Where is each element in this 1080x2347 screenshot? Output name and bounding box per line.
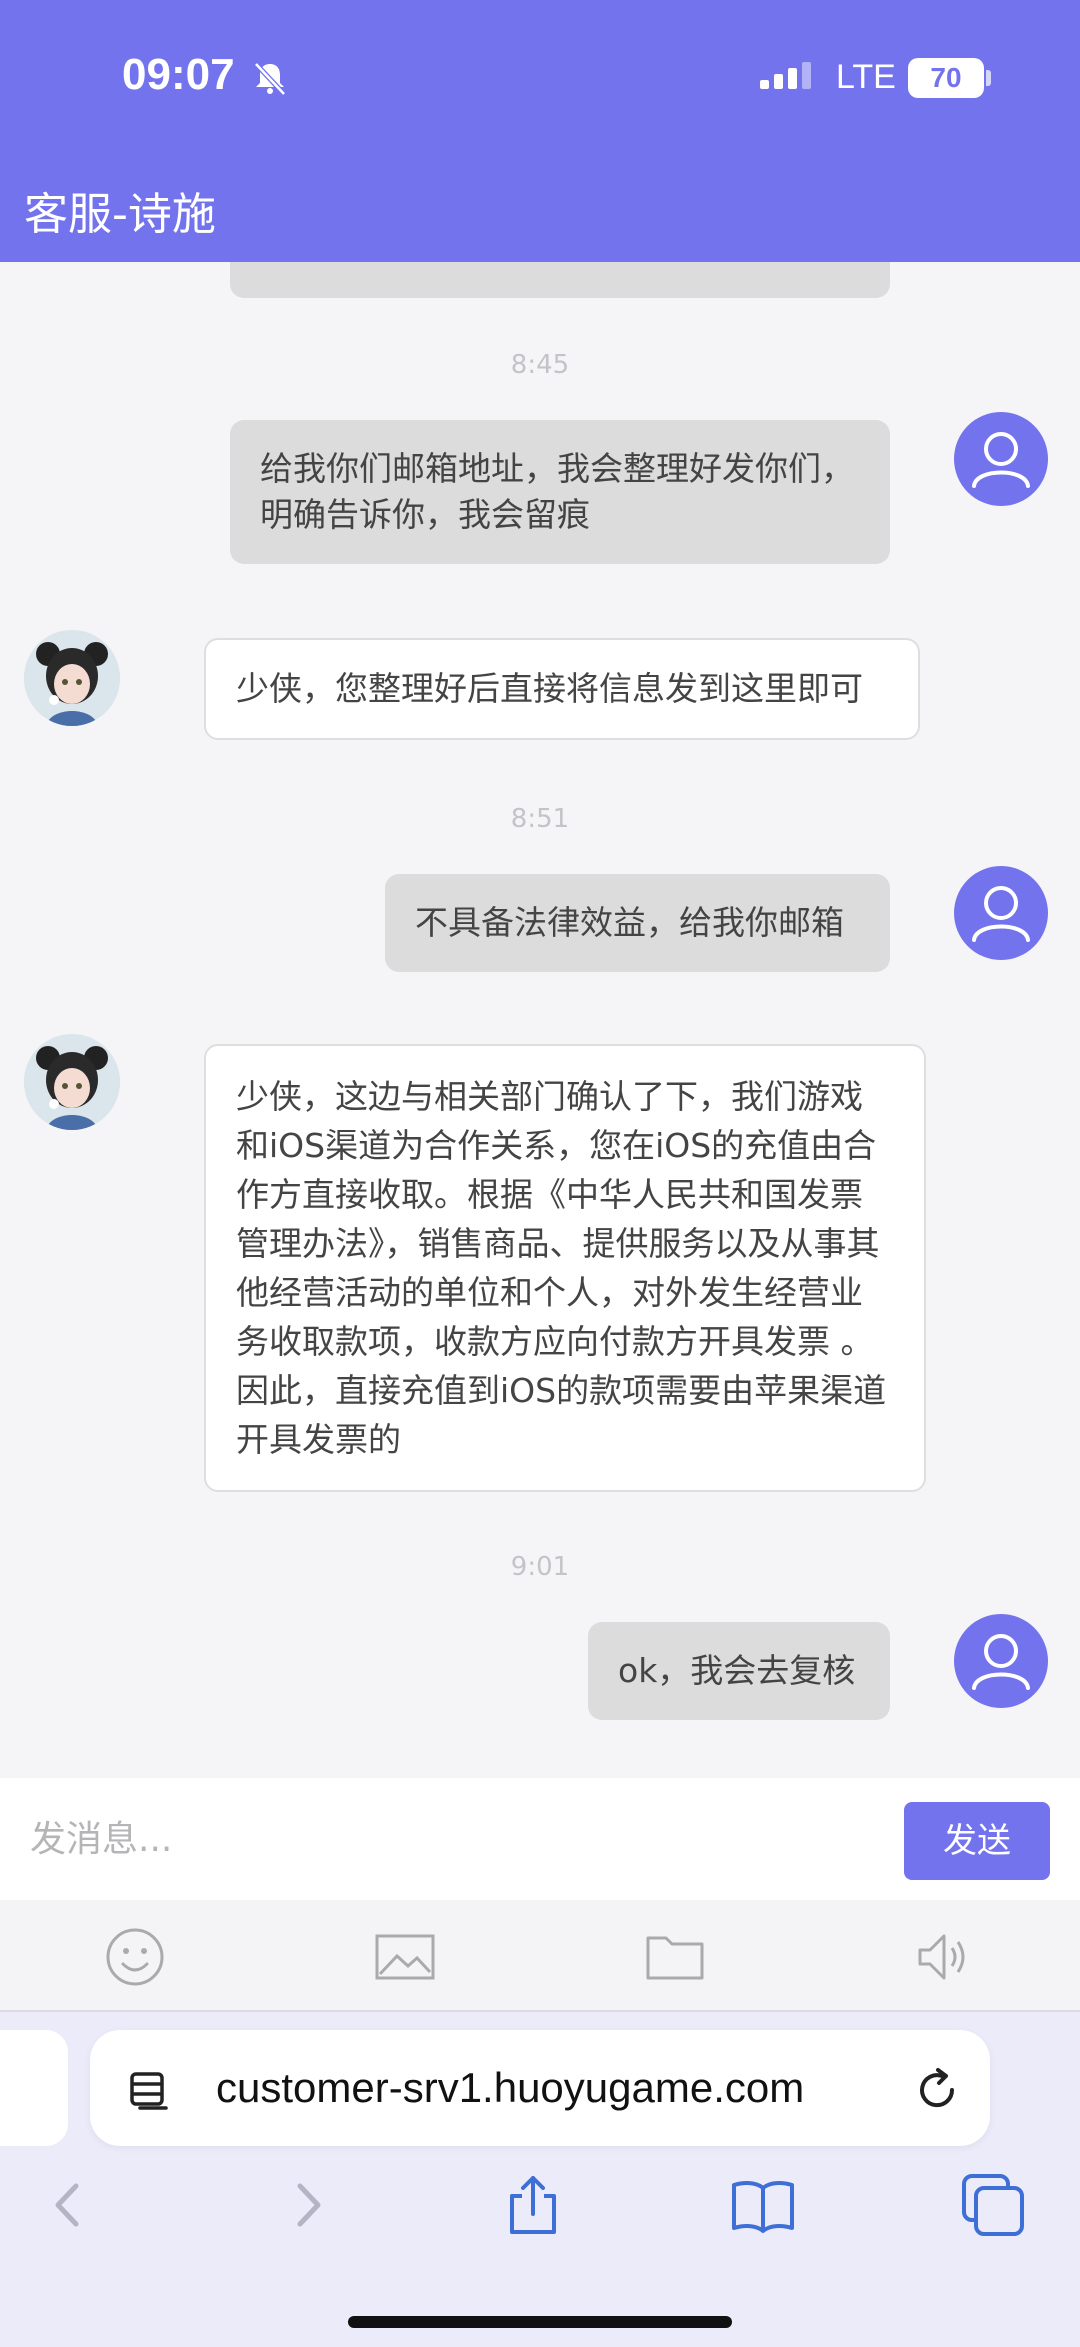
forward-icon[interactable] [272, 2170, 342, 2240]
message-timestamp: 8:45 [510, 350, 570, 380]
back-icon[interactable] [34, 2170, 104, 2240]
address-bar[interactable]: customer-srv1.huoyugame.com [90, 2030, 990, 2146]
agent-portrait-icon [24, 630, 120, 726]
emoji-icon[interactable] [102, 1924, 168, 1990]
person-icon [972, 886, 1030, 942]
person-icon [972, 432, 1030, 488]
battery-indicator: 70 [908, 58, 984, 98]
agent-avatar [24, 1034, 120, 1130]
message-bubble-user: ok，我会去复核 [588, 1622, 890, 1720]
page-title: 客服-诗施 [24, 189, 216, 240]
app-header: 09:07 LTE 70 客服-诗施 [0, 0, 1080, 262]
image-icon[interactable] [372, 1924, 438, 1990]
bell-muted-icon [254, 62, 286, 96]
share-icon[interactable] [498, 2170, 568, 2240]
message-timestamp: 9:01 [510, 1552, 570, 1582]
user-avatar [954, 412, 1048, 506]
folder-icon[interactable] [642, 1924, 708, 1990]
chat-messages[interactable]: 8:45 给我你们邮箱地址，我会整理好发你们，明确告诉你，我会留痕 少侠，您整理… [0, 262, 1080, 1778]
speaker-icon[interactable] [912, 1924, 978, 1990]
bookmarks-icon[interactable] [728, 2170, 798, 2240]
send-button[interactable]: 发送 [904, 1802, 1050, 1880]
message-bubble-partial [230, 262, 890, 298]
message-bubble-agent: 少侠，您整理好后直接将信息发到这里即可 [204, 638, 920, 740]
page-menu-icon[interactable] [126, 2068, 172, 2114]
message-input[interactable] [0, 1778, 880, 1900]
reload-icon[interactable] [912, 2064, 962, 2114]
browser-chrome: customer-srv1.huoyugame.com [0, 2012, 1080, 2347]
status-time: 09:07 [122, 50, 235, 99]
message-composer: 发送 [0, 1778, 1080, 1900]
agent-portrait-icon [24, 1034, 120, 1130]
home-indicator[interactable] [348, 2316, 732, 2328]
message-bubble-agent: 少侠，这边与相关部门确认了下，我们游戏和iOS渠道为合作关系，您在iOS的充值由… [204, 1044, 926, 1492]
user-avatar [954, 1614, 1048, 1708]
url-text: customer-srv1.huoyugame.com [216, 2064, 805, 2111]
person-icon [972, 1634, 1030, 1690]
message-timestamp: 8:51 [510, 804, 570, 834]
battery-tip [986, 70, 991, 86]
user-avatar [954, 866, 1048, 960]
composer-toolbar [0, 1900, 1080, 2012]
message-bubble-user: 不具备法律效益，给我你邮箱 [385, 874, 890, 972]
message-bubble-user: 给我你们邮箱地址，我会整理好发你们，明确告诉你，我会留痕 [230, 420, 890, 564]
previous-tab[interactable] [0, 2030, 68, 2146]
agent-avatar [24, 630, 120, 726]
tabs-icon[interactable] [958, 2170, 1028, 2240]
network-type: LTE [836, 58, 896, 96]
signal-icon [760, 62, 811, 89]
